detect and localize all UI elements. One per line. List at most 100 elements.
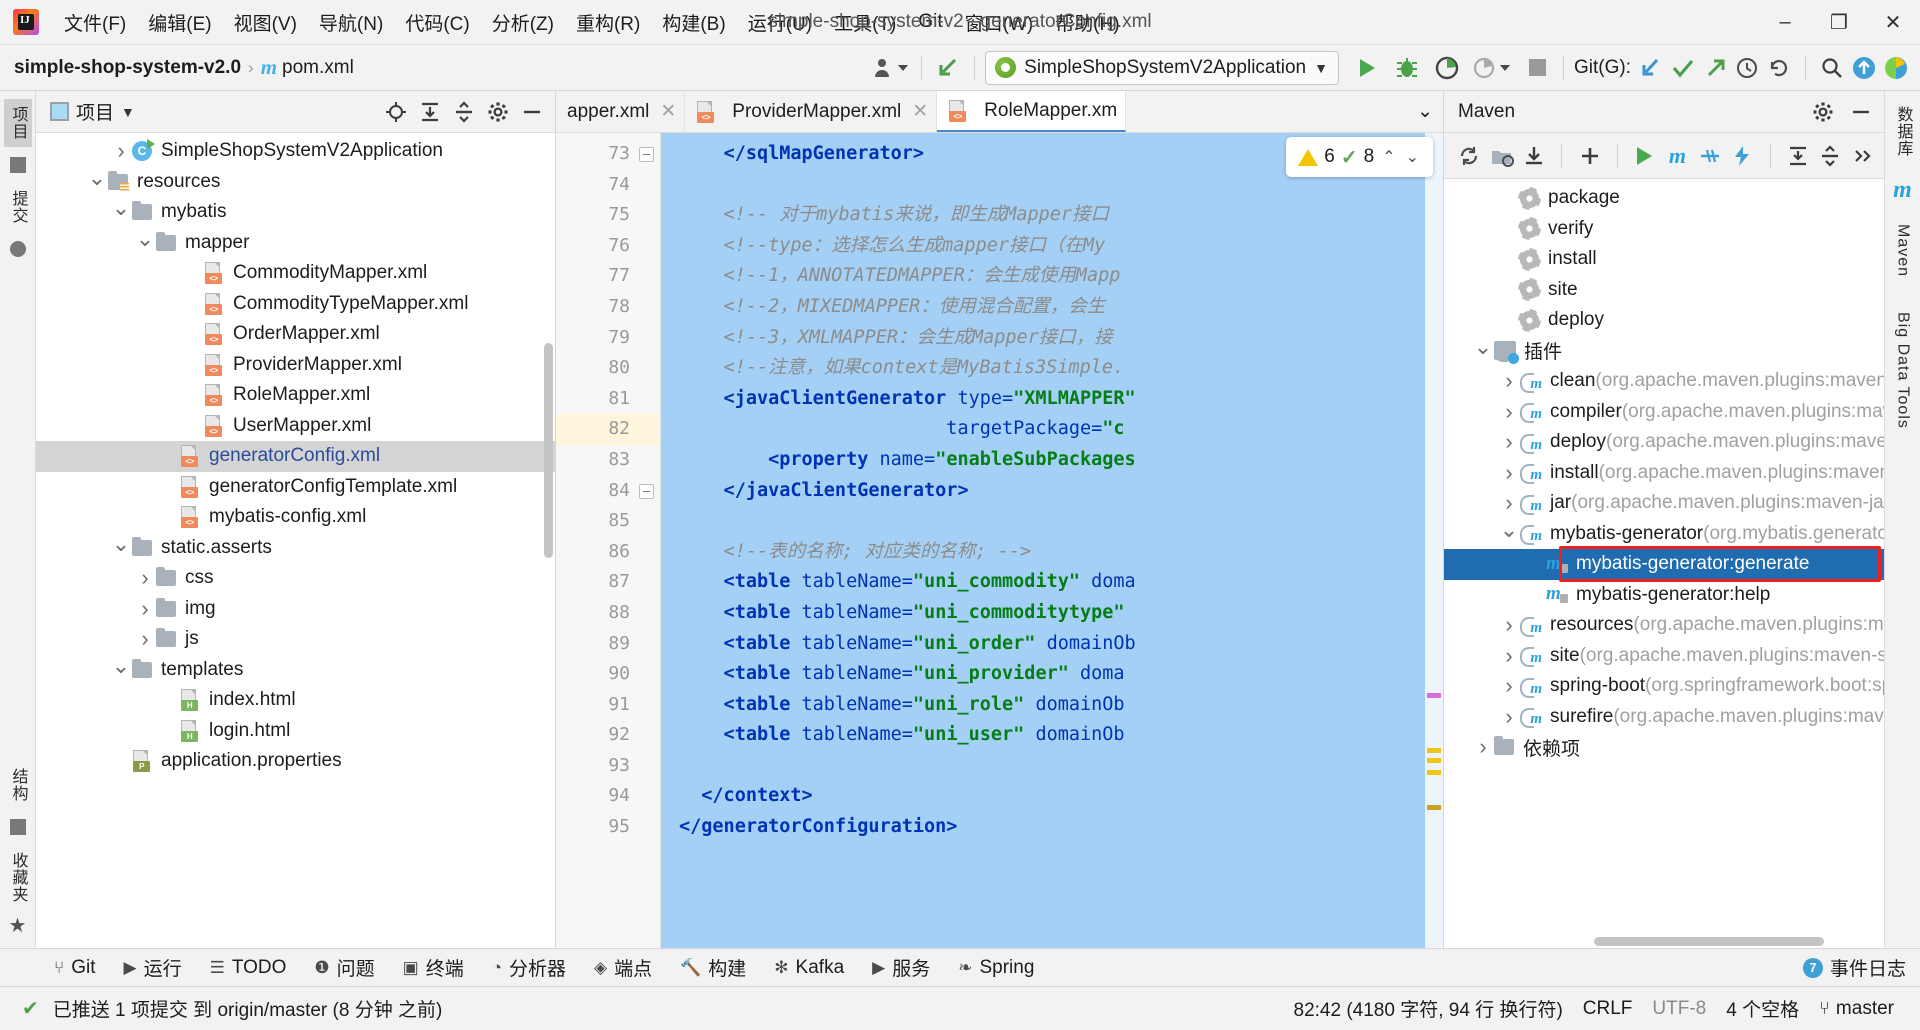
tree-node[interactable]: <> generatorConfig.xml bbox=[36, 441, 555, 472]
tree-node[interactable]: js bbox=[36, 624, 555, 655]
run-configuration-selector[interactable]: SimpleShopSystemV2Application ▼ bbox=[985, 50, 1339, 85]
project-file-tree[interactable]: C SimpleShopSystemV2Application resources m… bbox=[36, 133, 555, 948]
expand-all-icon[interactable] bbox=[415, 97, 445, 127]
code-line[interactable]: <!--注意，如果context是MyBatis3Simple. bbox=[661, 353, 1443, 384]
tree-node[interactable]: <> RoleMapper.xml bbox=[36, 380, 555, 411]
breadcrumb-project[interactable]: simple-shop-system-v2.0 bbox=[14, 57, 241, 79]
maven-tree-node[interactable]: verify bbox=[1444, 214, 1884, 245]
tree-node[interactable]: mapper bbox=[36, 228, 555, 259]
chevron-down-icon[interactable] bbox=[1472, 338, 1494, 364]
tree-node[interactable]: Hindex.html bbox=[36, 685, 555, 716]
update-project-icon[interactable] bbox=[932, 52, 964, 84]
toolwindow-button-服务[interactable]: ▶ 服务 bbox=[858, 949, 944, 987]
execute-icon[interactable] bbox=[1727, 139, 1757, 173]
code-line[interactable]: <javaClientGenerator type="XMLMAPPER" bbox=[661, 384, 1443, 415]
file-encoding[interactable]: UTF-8 bbox=[1642, 998, 1716, 1020]
hide-panel-icon[interactable] bbox=[517, 97, 547, 127]
run-with-coverage-button[interactable] bbox=[1431, 52, 1463, 84]
hide-panel-icon[interactable] bbox=[1844, 95, 1878, 129]
editor-tab[interactable]: <> RoleMapper.xm bbox=[937, 91, 1127, 132]
tree-node[interactable]: <> UserMapper.xml bbox=[36, 411, 555, 442]
code-line[interactable]: <!--1，ANNOTATEDMAPPER：会生成使用Mapp bbox=[661, 261, 1443, 292]
code-line[interactable]: <!--3，XMLMAPPER：会生成Mapper接口，接 bbox=[661, 323, 1443, 354]
code-line[interactable]: <table tableName="uni_role" domainOb bbox=[661, 690, 1443, 721]
chevron-right-icon[interactable] bbox=[134, 565, 156, 591]
prev-problem-icon[interactable]: ⌃ bbox=[1380, 147, 1397, 167]
menu-tools[interactable]: 工具(T) bbox=[823, 5, 907, 40]
menu-edit[interactable]: 编辑(E) bbox=[137, 5, 222, 40]
maximize-button[interactable]: ❐ bbox=[1812, 0, 1866, 45]
maven-tree-node[interactable]: install bbox=[1444, 244, 1884, 275]
editor-tab[interactable]: <> ProviderMapper.xml ✕ bbox=[685, 91, 938, 132]
maven-tree-node[interactable]: mybatis-generator:help bbox=[1444, 580, 1884, 611]
maven-tree-node[interactable]: 依赖项 bbox=[1444, 732, 1884, 763]
error-stripe-gutter[interactable] bbox=[1425, 133, 1443, 948]
maven-tree-node[interactable]: jar (org.apache.maven.plugins:maven-jar- bbox=[1444, 488, 1884, 519]
run-icon[interactable] bbox=[1630, 139, 1660, 173]
code-line[interactable]: <!--2，MIXEDMAPPER：使用混合配置，会生 bbox=[661, 292, 1443, 323]
maven-tree-node[interactable]: site (org.apache.maven.plugins:maven-sit… bbox=[1444, 641, 1884, 672]
more-tabs-icon[interactable]: ⌄ bbox=[1407, 91, 1443, 132]
code-line[interactable]: </javaClientGenerator> bbox=[661, 476, 1443, 507]
menu-file[interactable]: 文件(F) bbox=[53, 5, 137, 40]
maven-tree-node[interactable]: clean (org.apache.maven.plugins:maven-c bbox=[1444, 366, 1884, 397]
toolwindow-button-Spring[interactable]: ❧ Spring bbox=[944, 949, 1048, 987]
next-problem-icon[interactable]: ⌄ bbox=[1404, 147, 1421, 167]
tree-node[interactable]: resources bbox=[36, 167, 555, 198]
code-line[interactable]: <property name="enableSubPackages bbox=[661, 445, 1443, 476]
tree-node[interactable]: C SimpleShopSystemV2Application bbox=[36, 136, 555, 167]
code-line[interactable]: <!--type：选择怎么生成mapper接口（在My bbox=[661, 231, 1443, 262]
strip-item-structure[interactable]: 结构 bbox=[4, 761, 32, 809]
tree-node[interactable]: <> CommodityTypeMapper.xml bbox=[36, 289, 555, 320]
chevron-down-icon[interactable] bbox=[110, 657, 132, 683]
collapse-all-icon[interactable] bbox=[1815, 139, 1845, 173]
code-line[interactable]: <table tableName="uni_order" domainOb bbox=[661, 629, 1443, 660]
skip-tests-icon[interactable] bbox=[1695, 139, 1725, 173]
maven-tree-node[interactable]: surefire (org.apache.maven.plugins:maven bbox=[1444, 702, 1884, 733]
chevron-down-icon[interactable] bbox=[86, 169, 108, 195]
code-fold-icon[interactable] bbox=[639, 147, 654, 162]
git-history-button[interactable] bbox=[1731, 52, 1763, 84]
toolwindow-button-Kafka[interactable]: ✻ Kafka bbox=[760, 949, 858, 987]
strip-item-project[interactable]: 项目 bbox=[3, 99, 32, 147]
menu-build[interactable]: 构建(B) bbox=[651, 5, 736, 40]
code-line[interactable]: <!--表的名称; 对应类的名称; --> bbox=[661, 537, 1443, 568]
more-options-icon[interactable] bbox=[1848, 139, 1878, 173]
search-everywhere-button[interactable] bbox=[1816, 52, 1848, 84]
code-fold-icon[interactable] bbox=[639, 483, 654, 499]
maven-tree-node[interactable]: deploy bbox=[1444, 305, 1884, 336]
chevron-right-icon[interactable] bbox=[134, 626, 156, 652]
user-account-icon[interactable] bbox=[870, 52, 911, 84]
upload-button[interactable] bbox=[1848, 52, 1880, 84]
collapse-all-icon[interactable] bbox=[449, 97, 479, 127]
maven-tree-node[interactable]: deploy (org.apache.maven.plugins:maven bbox=[1444, 427, 1884, 458]
code-line[interactable]: </generatorConfiguration> bbox=[661, 812, 1443, 843]
expand-all-icon[interactable] bbox=[1783, 139, 1813, 173]
code-editor[interactable]: 73 74 75 76 77 78 79 80 81 82 83 84 85 86 87 88 89 90 91 92… bbox=[556, 133, 1443, 948]
maven-tree-node[interactable]: install (org.apache.maven.plugins:maven-… bbox=[1444, 458, 1884, 489]
code-line[interactable]: <table tableName="uni_user" domainOb bbox=[661, 720, 1443, 751]
toolwindow-button-端点[interactable]: ◈ 端点 bbox=[580, 949, 666, 987]
chevron-down-icon[interactable] bbox=[110, 535, 132, 561]
tree-node[interactable]: css bbox=[36, 563, 555, 594]
tree-node[interactable]: mybatis bbox=[36, 197, 555, 228]
maven-tree-node[interactable]: compiler (org.apache.maven.plugins:mav bbox=[1444, 397, 1884, 428]
chevron-right-icon[interactable] bbox=[1498, 368, 1520, 394]
inspection-widget[interactable]: 6 ✓ 8 ⌃ ⌄ bbox=[1286, 137, 1433, 177]
maven-tree-node[interactable]: package bbox=[1444, 183, 1884, 214]
menu-navigate[interactable]: 导航(N) bbox=[308, 5, 394, 40]
tree-node[interactable]: <> OrderMapper.xml bbox=[36, 319, 555, 350]
strip-item-favorites[interactable]: 收藏夹 bbox=[4, 845, 32, 910]
chevron-right-icon[interactable] bbox=[1498, 429, 1520, 455]
tree-node[interactable]: <> generatorConfigTemplate.xml bbox=[36, 472, 555, 503]
toolwindow-button-构建[interactable]: 🔨 构建 bbox=[666, 949, 760, 987]
code-canvas[interactable]: </sqlMapGenerator> <!-- 对于mybatis来说，即生成M… bbox=[661, 133, 1443, 948]
code-line[interactable]: <!-- 对于mybatis来说，即生成Mapper接口 bbox=[661, 200, 1443, 231]
code-line[interactable]: <table tableName="uni_commodity" doma bbox=[661, 567, 1443, 598]
debug-button[interactable] bbox=[1391, 52, 1423, 84]
chevron-down-icon[interactable] bbox=[1498, 521, 1520, 547]
menu-code[interactable]: 代码(C) bbox=[394, 5, 480, 40]
code-line[interactable]: </context> bbox=[661, 781, 1443, 812]
chevron-down-icon[interactable] bbox=[134, 230, 156, 256]
tree-node[interactable]: static.asserts bbox=[36, 533, 555, 564]
